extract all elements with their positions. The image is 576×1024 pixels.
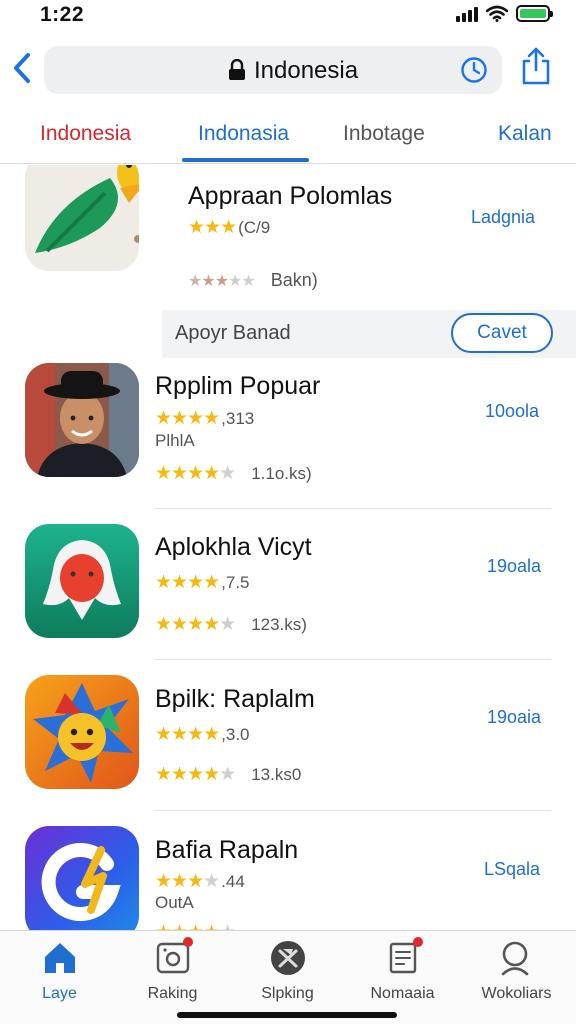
app-name[interactable]: Bpilk: Raplalm	[155, 685, 315, 714]
app-meta: Ladgnia	[471, 207, 536, 227]
tabbar-label: Wokoliars	[481, 985, 552, 1002]
app-meta: 10oola	[485, 401, 540, 421]
app-icon-parrot[interactable]	[25, 165, 139, 271]
address-bar[interactable]: Indonesia	[44, 46, 502, 94]
count-row: ★★★★★	[155, 921, 236, 930]
app-icon-portrait[interactable]	[25, 363, 139, 477]
count-stars: ★★★★★	[155, 921, 236, 930]
tabbar-label: Raking	[147, 985, 198, 1002]
rating-value: ,313	[221, 408, 255, 428]
rating-count: 123.ks)	[251, 614, 307, 634]
status-icons	[456, 5, 553, 22]
history-icon[interactable]	[460, 56, 488, 84]
rating-stars: ★★★★	[155, 572, 220, 593]
cellular-signal-icon	[456, 6, 478, 22]
battery-icon	[516, 5, 553, 22]
notification-badge	[183, 937, 193, 947]
count-stars: ★★★★★	[155, 463, 236, 484]
rating-stars: ★★★★	[155, 871, 220, 892]
tab-kalan[interactable]: Kalan	[498, 122, 552, 146]
address-text: Indonesia	[254, 57, 359, 84]
tabbar-item-home[interactable]: Laye	[2, 931, 117, 1024]
tabbar-label: Laye	[42, 985, 77, 1002]
status-bar: 1:22	[0, 0, 576, 34]
app-icon-jester[interactable]	[25, 675, 139, 789]
divider	[155, 659, 551, 660]
tabbar-label: Nomaaia	[370, 985, 435, 1002]
rating-stars: ★★★	[188, 217, 237, 238]
status-time: 1:22	[40, 3, 85, 26]
lock-icon	[229, 59, 245, 80]
category-tabs: Indonesia Indonasia Inbotage Kalan	[0, 110, 576, 164]
count-row: ★★★★★ 1.1o.ks)	[155, 462, 312, 485]
search-icon	[501, 941, 529, 976]
count-stars: ★★★★★	[155, 614, 236, 635]
rating-stars: ★★★★	[155, 408, 220, 429]
share-icon	[522, 47, 550, 85]
get-button[interactable]: Cavet	[451, 313, 553, 353]
rating-row: ★★★★ ,313	[155, 407, 254, 430]
back-button[interactable]	[10, 50, 40, 90]
rating-row: ★★★★ ,7.5	[155, 571, 250, 594]
home-indicator	[177, 1012, 397, 1018]
app-name[interactable]: Bafia Rapaln	[155, 836, 298, 865]
rating-count: Bakn)	[270, 270, 318, 290]
rating-row: ★★★★ ,3.0	[155, 723, 250, 746]
browser-nav: Indonesia	[0, 44, 576, 96]
app-meta: 19oala	[487, 556, 542, 576]
tabbar-item-news[interactable]: Nomaaia	[345, 931, 460, 1024]
app-name[interactable]: Appraan Polomlas	[188, 182, 392, 211]
rating-value: (C/9	[238, 217, 271, 237]
rating-value: ,3.0	[221, 724, 250, 744]
tabbar-item-games[interactable]: Slpking	[230, 931, 345, 1024]
app-meta: 19oaia	[487, 707, 542, 727]
rating-value: ,7.5	[221, 572, 250, 592]
count-row: ★★★★★ 123.ks)	[155, 613, 307, 636]
app-list: Appraan Polomlas ★★★ (C/9 ★★★★★ Bakn) La…	[0, 165, 576, 930]
app-subtitle: PlhlA	[155, 431, 195, 450]
divider	[155, 810, 551, 811]
home-icon	[45, 943, 75, 973]
rating-row: ★★★★ .44	[155, 870, 245, 893]
count-stars: ★★★★★	[188, 272, 256, 290]
tabbar-label: Slpking	[261, 985, 314, 1002]
divider	[155, 508, 551, 509]
tabbar-item-search[interactable]: Wokoliars	[459, 931, 574, 1024]
game-icon	[271, 941, 305, 975]
rating-stars: ★★★★	[155, 724, 220, 745]
wifi-icon	[486, 5, 508, 22]
count-row: ★★★★★ 13.ks0	[155, 763, 301, 786]
app-name[interactable]: Rpplim Popuar	[155, 372, 320, 401]
bottom-tab-bar: Laye Raking Slpking Nomaaia Wokoliars	[0, 930, 576, 1024]
rating-row: ★★★ (C/9	[188, 216, 270, 239]
notification-badge	[413, 937, 423, 947]
tab-indonasia[interactable]: Indonasia	[198, 122, 289, 146]
app-meta: LSqala	[484, 859, 541, 879]
tab-inbotage[interactable]: Inbotage	[343, 122, 425, 146]
tabbar-item-ranking[interactable]: Raking	[115, 931, 230, 1024]
app-icon-g-logo[interactable]	[25, 826, 139, 930]
count-row: ★★★★★ Bakn)	[188, 270, 318, 291]
app-name[interactable]: Aplokhla Vicyt	[155, 533, 312, 562]
rating-value: .44	[221, 871, 245, 891]
share-button[interactable]	[520, 46, 554, 90]
rating-count: 13.ks0	[251, 764, 302, 784]
tab-indonesia[interactable]: Indonesia	[40, 122, 131, 146]
app-subtitle: OutA	[155, 893, 194, 912]
count-stars: ★★★★★	[155, 764, 236, 785]
app-icon-mask[interactable]	[25, 524, 139, 638]
band-label: Apoyr Banad	[175, 322, 291, 344]
chevron-left-icon	[14, 53, 30, 83]
active-tab-indicator	[182, 158, 309, 162]
rating-count: 1.1o.ks)	[251, 463, 312, 483]
